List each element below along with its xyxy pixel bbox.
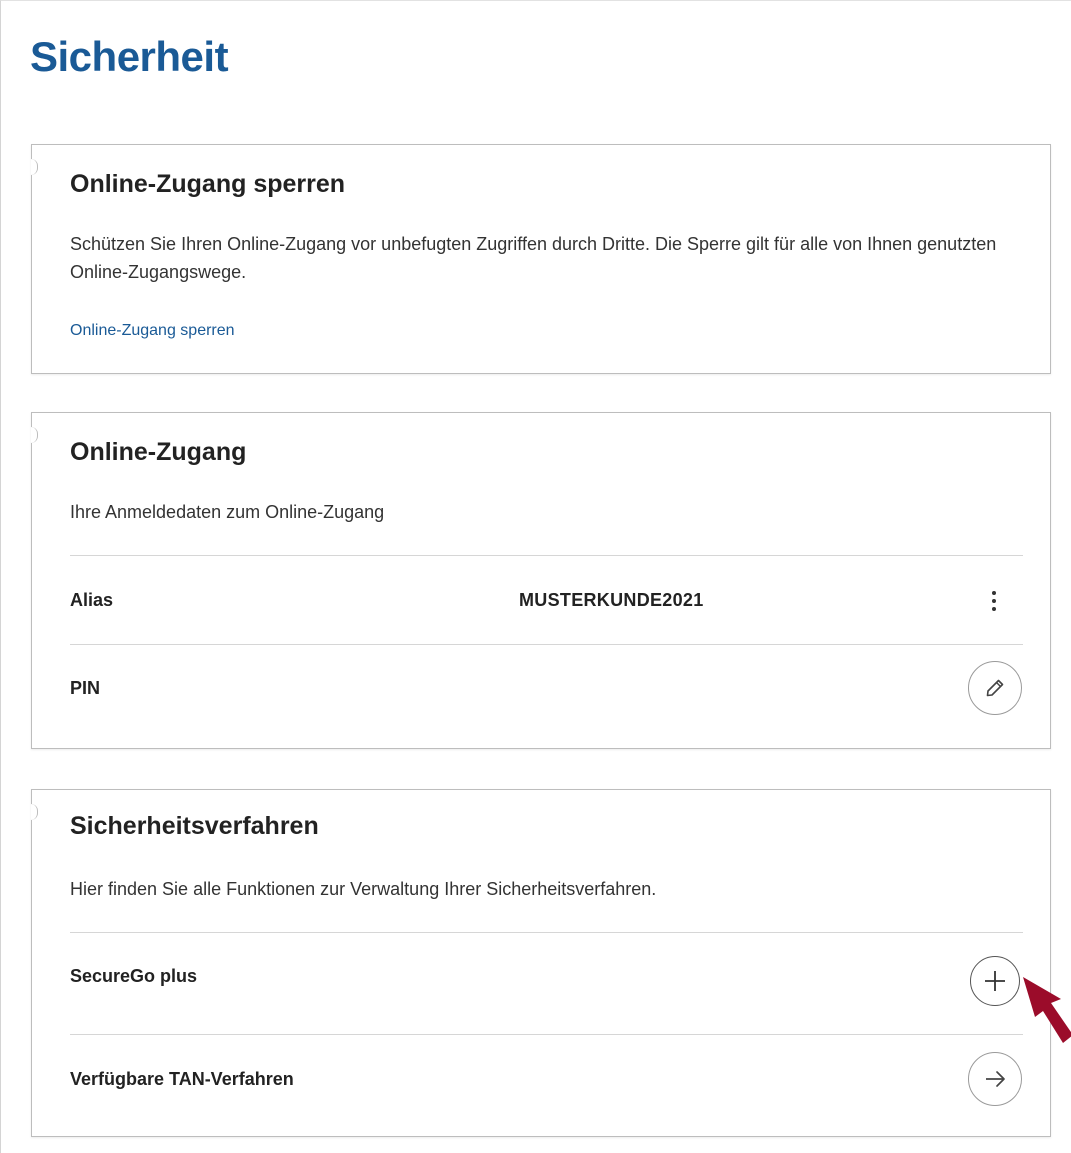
divider [70, 644, 1023, 645]
divider [70, 932, 1023, 933]
securego-label: SecureGo plus [70, 966, 198, 986]
security-page: Sicherheit Online-Zugang sperren Schütze… [0, 0, 1071, 1153]
add-securego-button[interactable] [970, 956, 1020, 1006]
security-methods-title: Sicherheitsverfahren [70, 812, 319, 840]
annotation-arrow-icon [1023, 977, 1071, 1043]
lock-access-card: Online-Zugang sperren Schützen Sie Ihren… [31, 144, 1051, 374]
plus-icon [985, 971, 1005, 991]
security-methods-description: Hier finden Sie alle Funktionen zur Verw… [70, 879, 657, 899]
more-vertical-icon[interactable] [987, 589, 1001, 613]
online-access-title: Online-Zugang [70, 438, 247, 466]
alias-label: Alias [70, 590, 114, 610]
security-methods-card: Sicherheitsverfahren Hier finden Sie all… [31, 789, 1051, 1137]
online-access-card: Online-Zugang Ihre Anmeldedaten zum Onli… [31, 412, 1051, 749]
page-title: Sicherheit [30, 33, 229, 80]
arrow-right-icon [986, 1071, 1005, 1087]
online-access-description: Ihre Anmeldedaten zum Online-Zugang [70, 502, 385, 522]
divider [70, 1034, 1023, 1035]
tan-methods-label: Verfügbare TAN-Verfahren [70, 1069, 294, 1089]
alias-value: MUSTERKUNDE2021 [519, 590, 704, 610]
tan-methods-button[interactable] [968, 1052, 1022, 1106]
edit-pin-button[interactable] [968, 661, 1022, 715]
lock-access-description: Schützen Sie Ihren Online-Zugang vor unb… [70, 234, 997, 282]
lock-access-link[interactable]: Online-Zugang sperren [70, 322, 235, 340]
pencil-icon [986, 679, 1004, 697]
pin-label: PIN [70, 678, 101, 698]
lock-access-title: Online-Zugang sperren [70, 170, 346, 198]
divider [70, 555, 1023, 556]
